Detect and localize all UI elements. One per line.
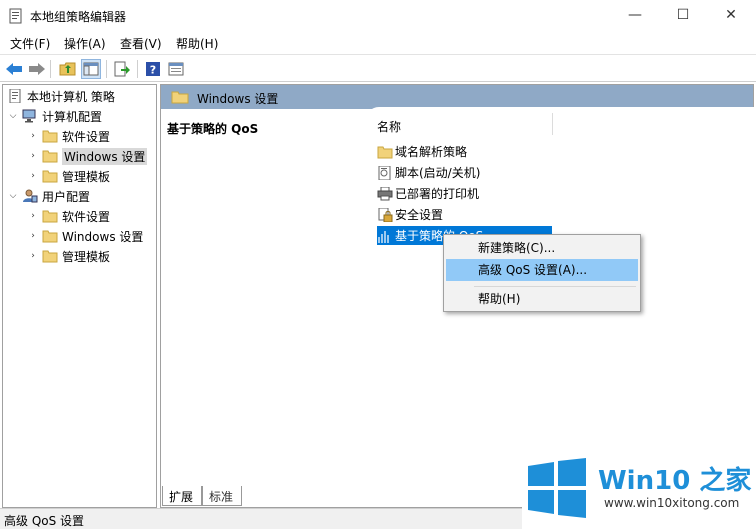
tab-extended[interactable]: 扩展 bbox=[162, 486, 202, 506]
folder-icon bbox=[377, 146, 393, 158]
list-item-label: 域名解析策略 bbox=[395, 145, 468, 159]
toolbar: ? bbox=[0, 54, 756, 82]
forward-arrow-icon bbox=[29, 63, 45, 75]
tree-label: 软件设置 bbox=[62, 209, 111, 224]
menu-view[interactable]: 查看(V) bbox=[120, 35, 162, 52]
list-item-scripts[interactable]: 脚本(启动/关机) bbox=[377, 163, 480, 182]
tree-item-windows-settings[interactable]: › Windows 设置 bbox=[27, 147, 148, 165]
printer-icon bbox=[377, 186, 393, 200]
tree-label: 软件设置 bbox=[62, 129, 111, 144]
back-arrow-icon bbox=[6, 63, 22, 75]
pane-header-title: Windows 设置 bbox=[197, 92, 279, 106]
properties-view-button[interactable] bbox=[166, 59, 186, 79]
tree-item-user-config[interactable]: ⌵ 用户配置 bbox=[7, 187, 90, 205]
chevron-right-icon[interactable]: › bbox=[27, 231, 39, 241]
menu-help[interactable]: 帮助(H) bbox=[176, 35, 218, 52]
chevron-right-icon[interactable]: › bbox=[27, 151, 39, 161]
menu-separator bbox=[474, 286, 636, 287]
toolbar-separator bbox=[137, 60, 138, 78]
title-bar: 本地组策略编辑器 — ☐ ✕ bbox=[0, 0, 756, 31]
menu-item-new-policy[interactable]: 新建策略(C)... bbox=[446, 237, 638, 259]
watermark-brand: Win10 之家 bbox=[598, 466, 752, 496]
tree-label: Windows 设置 bbox=[62, 147, 148, 165]
chevron-right-icon[interactable]: › bbox=[27, 211, 39, 221]
tree-label: 用户配置 bbox=[42, 189, 91, 204]
list-item-label: 已部署的打印机 bbox=[395, 187, 480, 201]
list-item-security-settings[interactable]: 安全设置 bbox=[377, 205, 443, 224]
tree-item-admin-templates[interactable]: › 管理模板 bbox=[27, 167, 110, 185]
policy-editor-icon bbox=[9, 8, 22, 24]
export-list-icon bbox=[114, 61, 130, 77]
tree-label: 计算机配置 bbox=[42, 109, 103, 124]
column-separator[interactable] bbox=[552, 113, 553, 135]
chevron-right-icon[interactable]: › bbox=[27, 131, 39, 141]
selected-item-title: 基于策略的 QoS bbox=[167, 122, 259, 136]
window-title: 本地组策略编辑器 bbox=[30, 10, 127, 24]
context-menu: 新建策略(C)... 高级 QoS 设置(A)... 帮助(H) bbox=[443, 234, 641, 312]
folder-icon bbox=[42, 170, 58, 183]
windows-logo-icon bbox=[528, 458, 586, 518]
menu-item-help[interactable]: 帮助(H) bbox=[446, 288, 638, 310]
up-folder-icon bbox=[59, 62, 76, 76]
tree-item-user-windows-settings[interactable]: › Windows 设置 bbox=[27, 227, 143, 245]
help-icon: ? bbox=[146, 62, 160, 77]
chevron-right-icon[interactable]: › bbox=[27, 171, 39, 181]
list-item-dns-policy[interactable]: 域名解析策略 bbox=[377, 142, 467, 161]
export-list-button[interactable] bbox=[112, 59, 132, 79]
list-item-label: 脚本(启动/关机) bbox=[395, 166, 481, 180]
tree-item-user-admin-templates[interactable]: › 管理模板 bbox=[27, 247, 110, 265]
tree-label: Windows 设置 bbox=[62, 229, 144, 244]
menu-item-advanced-qos-settings[interactable]: 高级 QoS 设置(A)... bbox=[446, 259, 638, 281]
qos-chart-icon bbox=[378, 230, 389, 243]
forward-button[interactable] bbox=[27, 59, 47, 79]
computer-icon bbox=[22, 109, 36, 123]
list-item-deployed-printers[interactable]: 已部署的打印机 bbox=[377, 184, 479, 203]
menu-action[interactable]: 操作(A) bbox=[64, 35, 106, 52]
tree-label: 本地计算机 策略 bbox=[27, 89, 115, 104]
folder-icon bbox=[42, 130, 58, 143]
tab-standard[interactable]: 标准 bbox=[202, 486, 242, 506]
tree-label: 管理模板 bbox=[62, 169, 111, 184]
user-icon bbox=[23, 189, 38, 203]
watermark: Win10 之家 www.win10xitong.com bbox=[522, 452, 756, 529]
maximize-button[interactable]: ☐ bbox=[660, 0, 706, 31]
minimize-button[interactable]: — bbox=[612, 0, 658, 31]
chevron-right-icon[interactable]: › bbox=[27, 251, 39, 261]
folder-icon bbox=[171, 91, 189, 104]
show-hide-tree-icon bbox=[83, 62, 99, 76]
help-button[interactable]: ? bbox=[143, 59, 163, 79]
back-button[interactable] bbox=[4, 59, 24, 79]
tree-item-software-settings[interactable]: › 软件设置 bbox=[27, 127, 110, 145]
toolbar-separator bbox=[50, 60, 51, 78]
show-hide-tree-button[interactable] bbox=[81, 59, 101, 79]
chevron-down-icon[interactable]: ⌵ bbox=[7, 191, 19, 201]
column-header-name[interactable]: 名称 bbox=[377, 118, 401, 135]
tree-item-computer-config[interactable]: ⌵ 计算机配置 bbox=[7, 107, 102, 125]
menu-bar: 文件(F) 操作(A) 查看(V) 帮助(H) bbox=[0, 31, 756, 53]
folder-icon bbox=[42, 150, 58, 163]
tree-label: 管理模板 bbox=[62, 249, 111, 264]
security-lock-icon bbox=[378, 207, 393, 222]
pane-header: Windows 设置 bbox=[161, 85, 753, 109]
list-item-label: 安全设置 bbox=[395, 208, 444, 222]
menu-file[interactable]: 文件(F) bbox=[10, 35, 50, 52]
tree-pane: 本地计算机 策略 ⌵ 计算机配置 › 软件设置 › Windows 设置 › 管… bbox=[2, 84, 157, 508]
folder-icon bbox=[42, 250, 58, 263]
watermark-url: www.win10xitong.com bbox=[604, 496, 740, 510]
status-text: 高级 QoS 设置 bbox=[4, 514, 85, 528]
script-icon bbox=[378, 165, 391, 180]
chevron-down-icon[interactable]: ⌵ bbox=[7, 111, 19, 121]
tree-item-local-policy[interactable]: 本地计算机 策略 bbox=[5, 87, 115, 105]
toolbar-separator bbox=[106, 60, 107, 78]
properties-view-icon bbox=[168, 62, 184, 76]
svg-text:?: ? bbox=[150, 64, 156, 77]
folder-icon bbox=[42, 230, 58, 243]
tree-item-user-software-settings[interactable]: › 软件设置 bbox=[27, 207, 110, 225]
close-button[interactable]: ✕ bbox=[708, 0, 754, 31]
policy-document-icon bbox=[9, 89, 21, 103]
up-button[interactable] bbox=[58, 59, 78, 79]
folder-icon bbox=[42, 210, 58, 223]
